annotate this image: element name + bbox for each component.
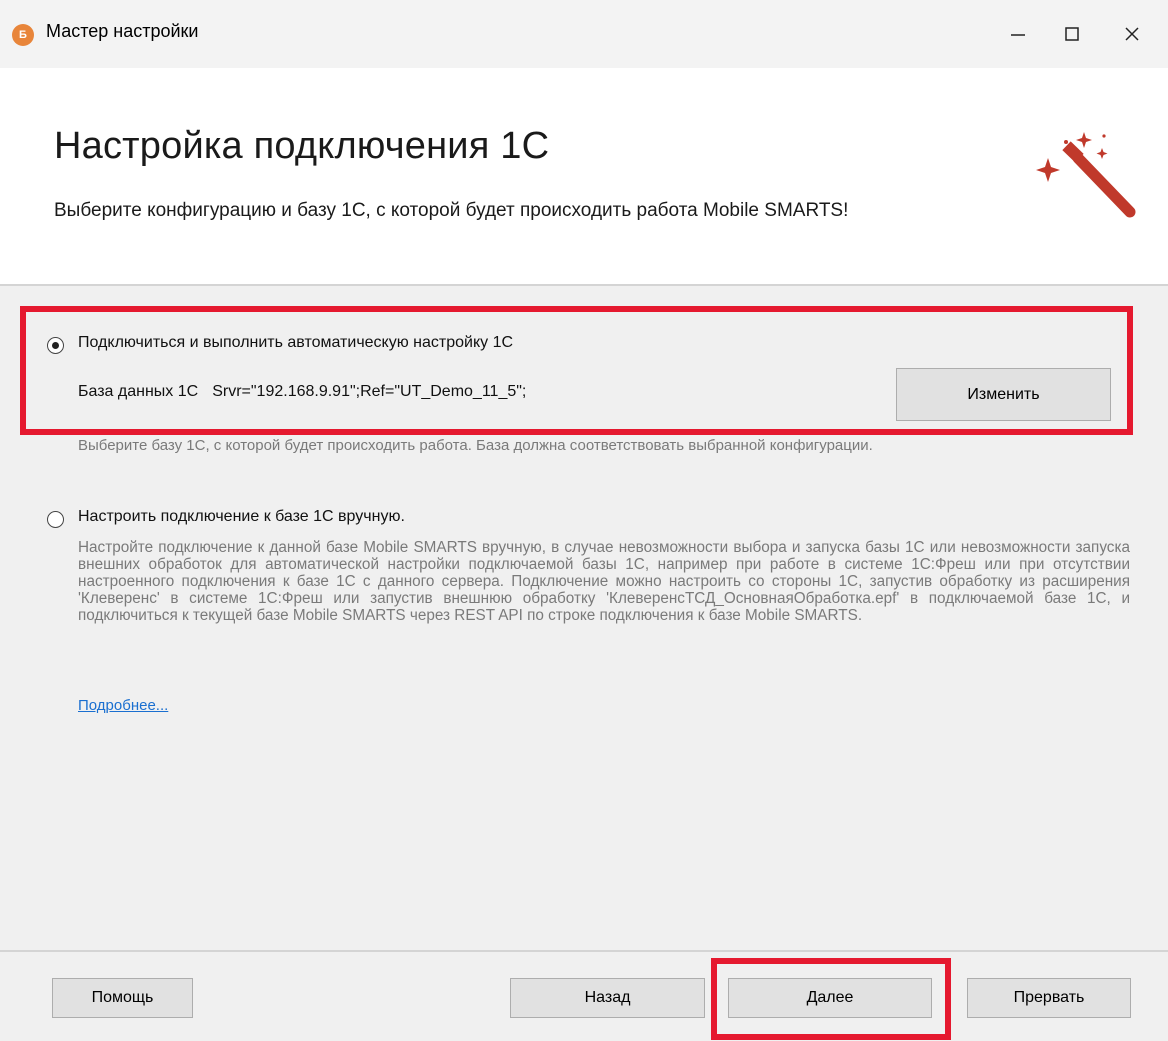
back-button[interactable]: Назад [510,978,705,1018]
manual-setup-description: Настройте подключение к данной базе Mobi… [78,539,1130,624]
close-button[interactable] [1104,0,1160,68]
auto-setup-hint: Выберите базу 1С, с которой будет происх… [78,437,873,454]
wizard-header: Настройка подключения 1С Выберите конфиг… [0,68,1168,285]
wizard-content: Подключиться и выполнить автоматическую … [0,286,1168,950]
page-subtitle: Выберите конфигурацию и базу 1С, с котор… [54,200,849,221]
minimize-button[interactable] [990,0,1046,68]
highlight-frame-next [711,958,951,1040]
manual-setup-label[interactable]: Настроить подключение к базе 1С вручную. [78,508,405,526]
wizard-footer: Помощь Назад Далее Прервать [0,952,1168,1041]
window-titlebar: Б Мастер настройки [0,0,1168,68]
magic-wand-icon [1036,132,1136,218]
app-icon: Б [12,24,34,46]
help-button[interactable]: Помощь [52,978,193,1018]
window-title: Мастер настройки [46,21,199,41]
minimize-icon [1011,34,1025,36]
more-info-link[interactable]: Подробнее... [78,697,168,714]
close-icon [1125,27,1139,41]
highlight-frame-auto-setup [20,306,1133,435]
cancel-button[interactable]: Прервать [967,978,1131,1018]
maximize-icon [1065,27,1079,41]
maximize-button[interactable] [1044,0,1100,68]
manual-setup-radio[interactable] [47,511,64,528]
page-title: Настройка подключения 1С [54,125,550,167]
